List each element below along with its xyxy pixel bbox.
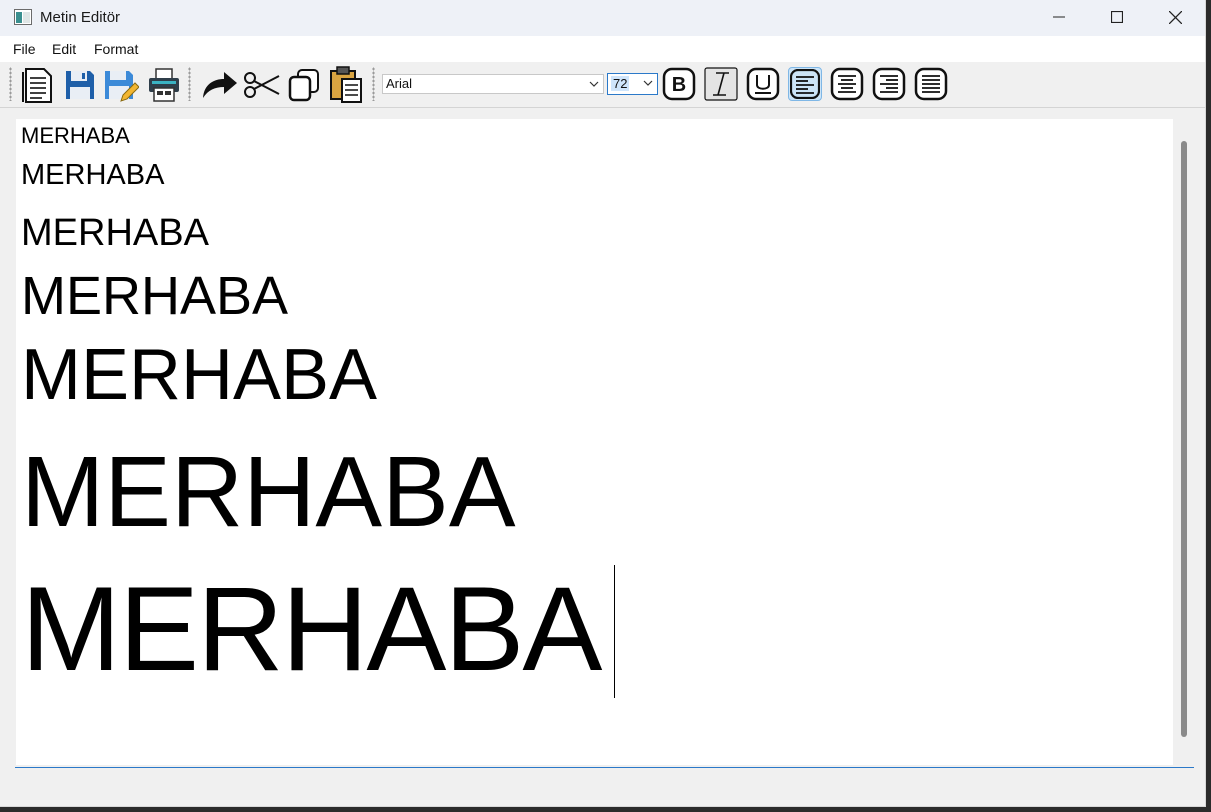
save-as-button[interactable] (101, 65, 141, 105)
chevron-down-icon (643, 80, 653, 86)
toolbar-grip[interactable] (9, 67, 12, 101)
minimize-icon (1053, 16, 1065, 18)
font-family-select[interactable]: Arial (382, 74, 604, 94)
chevron-down-icon (589, 81, 599, 87)
text-line: MERHABA (21, 159, 165, 191)
text-line: MERHABA (21, 562, 602, 696)
save-button[interactable] (60, 65, 100, 105)
cut-button[interactable] (242, 65, 282, 105)
window-title: Metin Editör (40, 9, 121, 26)
save-as-icon (105, 71, 139, 102)
text-line: MERHABA (21, 335, 378, 415)
align-right-button[interactable] (872, 67, 906, 101)
underline-icon (746, 67, 780, 101)
underline-button[interactable] (746, 67, 780, 101)
justify-button[interactable] (914, 67, 948, 101)
maximize-icon (1111, 11, 1123, 23)
text-line: MERHABA (21, 123, 130, 148)
align-center-button[interactable] (830, 67, 864, 101)
toolbar: Arial 72 B (0, 62, 1205, 108)
title-bar[interactable]: Metin Editör (0, 0, 1205, 36)
copy-icon (288, 69, 319, 102)
font-family-value: Arial (386, 76, 413, 91)
close-button[interactable] (1146, 0, 1204, 34)
font-size-value: 72 (611, 76, 630, 91)
print-button[interactable] (144, 65, 184, 105)
svg-text:B: B (672, 74, 686, 96)
italic-icon (704, 67, 738, 101)
minimize-button[interactable] (1030, 0, 1088, 34)
save-icon (66, 71, 94, 99)
print-icon (149, 68, 179, 102)
text-caret (614, 565, 615, 698)
text-line: MERHABA (21, 212, 209, 254)
cut-icon (244, 72, 280, 98)
justify-icon (914, 67, 948, 101)
status-bar (0, 770, 1205, 806)
redo-button[interactable] (199, 65, 239, 105)
app-icon (14, 9, 32, 25)
new-button[interactable] (17, 65, 57, 105)
redo-icon (203, 72, 237, 98)
copy-button[interactable] (284, 65, 324, 105)
align-left-icon (790, 69, 820, 99)
align-center-icon (830, 67, 864, 101)
text-line: MERHABA (21, 266, 289, 326)
toolbar-separator (372, 67, 375, 101)
italic-button[interactable] (704, 67, 738, 101)
paste-icon (330, 66, 362, 103)
text-editor[interactable]: MERHABA MERHABA MERHABA MERHABA MERHABA … (16, 119, 1173, 765)
paste-button[interactable] (326, 65, 366, 105)
close-icon (1168, 10, 1182, 24)
bold-icon: B (662, 67, 696, 101)
align-right-icon (872, 67, 906, 101)
menu-file[interactable]: File (13, 41, 36, 57)
text-line: MERHABA (21, 436, 516, 548)
bold-button[interactable]: B (662, 67, 696, 101)
scrollbar-thumb[interactable] (1181, 141, 1187, 737)
menu-format[interactable]: Format (94, 41, 138, 57)
menu-edit[interactable]: Edit (52, 41, 76, 57)
editor-window: Metin Editör File Edit Format Arial 72 B… (0, 0, 1206, 807)
toolbar-separator (188, 67, 191, 101)
font-size-select[interactable]: 72 (607, 73, 658, 95)
menu-bar: File Edit Format (0, 36, 1205, 62)
align-left-button[interactable] (788, 67, 822, 101)
maximize-button[interactable] (1088, 0, 1146, 34)
new-document-icon (22, 68, 52, 103)
